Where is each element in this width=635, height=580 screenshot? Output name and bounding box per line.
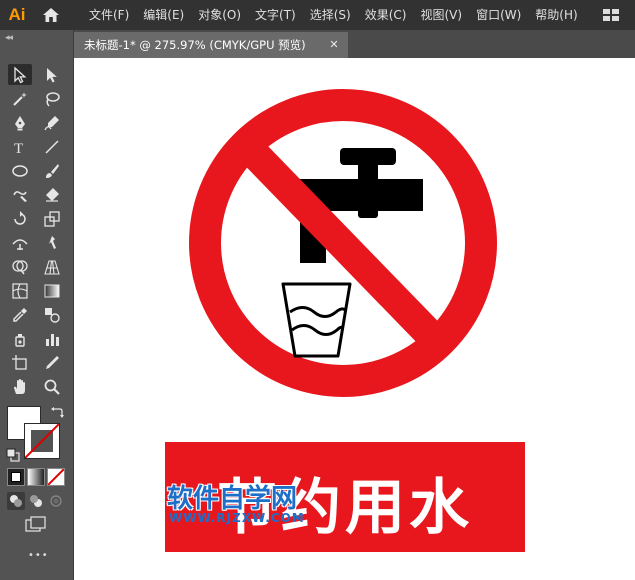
menu-file[interactable]: 文件(F) <box>82 0 136 30</box>
default-fill-stroke-icon[interactable] <box>6 447 20 462</box>
eyedropper-icon[interactable] <box>8 304 32 325</box>
magic-wand-icon[interactable] <box>8 88 32 109</box>
menu-window[interactable]: 窗口(W) <box>469 0 528 30</box>
gradient-mode-icon[interactable] <box>27 468 45 486</box>
glass-icon <box>281 282 352 358</box>
pen-icon[interactable] <box>8 112 32 133</box>
document-tab[interactable]: 未标题-1* @ 275.97% (CMYK/GPU 预览) ✕ <box>74 32 348 58</box>
stroke-swatch[interactable] <box>24 423 60 459</box>
edit-toolbar-button[interactable]: ••• <box>28 550 49 561</box>
direct-selection-icon[interactable] <box>40 64 64 85</box>
lasso-icon[interactable] <box>40 88 64 109</box>
puppet-warp-icon[interactable] <box>40 232 64 253</box>
hand-icon[interactable] <box>8 376 32 397</box>
draw-behind-icon[interactable] <box>27 492 45 510</box>
draw-normal-icon[interactable] <box>7 492 25 510</box>
artboard-icon[interactable] <box>8 352 32 373</box>
slogan-banner[interactable]: 节约用水 <box>165 442 525 552</box>
tools-panel: ◂◂ T ••• <box>0 30 74 580</box>
close-icon[interactable]: ✕ <box>326 36 342 52</box>
home-icon[interactable] <box>34 0 68 30</box>
column-graph-icon[interactable] <box>40 328 64 349</box>
menu-view[interactable]: 视图(V) <box>413 0 469 30</box>
perspective-grid-icon[interactable] <box>40 256 64 277</box>
blend-icon[interactable] <box>40 304 64 325</box>
selection-icon[interactable] <box>8 64 32 85</box>
type-icon[interactable]: T <box>8 136 32 157</box>
curvature-icon[interactable] <box>40 112 64 133</box>
document-tab-bar: 未标题-1* @ 275.97% (CMYK/GPU 预览) ✕ <box>74 30 635 58</box>
menu-object[interactable]: 对象(O) <box>191 0 248 30</box>
shape-builder-icon[interactable] <box>8 256 32 277</box>
app-logo: Ai <box>8 5 26 24</box>
shaper-icon[interactable] <box>8 184 32 205</box>
width-icon[interactable] <box>8 232 32 253</box>
mesh-icon[interactable] <box>8 280 32 301</box>
gradient-icon[interactable] <box>40 280 64 301</box>
document-tab-title: 未标题-1* @ 275.97% (CMYK/GPU 预览) <box>84 38 306 52</box>
main-menu: 文件(F) 编辑(E) 对象(O) 文字(T) 选择(S) 效果(C) 视图(V… <box>82 0 585 30</box>
ellipse-icon[interactable] <box>8 160 32 181</box>
none-mode-icon[interactable] <box>47 468 65 486</box>
symbol-sprayer-icon[interactable] <box>8 328 32 349</box>
slogan-text: 节约用水 <box>217 472 473 543</box>
menu-edit[interactable]: 编辑(E) <box>136 0 191 30</box>
line-segment-icon[interactable] <box>40 136 64 157</box>
zoom-icon[interactable] <box>40 376 64 397</box>
svg-text:T: T <box>14 141 23 156</box>
paintbrush-icon[interactable] <box>40 160 64 181</box>
swap-fill-stroke-icon[interactable] <box>50 405 64 419</box>
collapse-panel-button[interactable]: ◂◂ <box>5 33 13 43</box>
menu-effect[interactable]: 效果(C) <box>358 0 414 30</box>
menu-help[interactable]: 帮助(H) <box>528 0 584 30</box>
scale-icon[interactable] <box>40 208 64 229</box>
menu-type[interactable]: 文字(T) <box>248 0 303 30</box>
artboard-canvas[interactable]: 节约用水 软件自学网 WWW.RJZXW.COM <box>74 58 635 580</box>
eraser-icon[interactable] <box>40 184 64 205</box>
color-mode-icon[interactable] <box>7 468 25 486</box>
menu-select[interactable]: 选择(S) <box>303 0 358 30</box>
menu-bar: Ai 文件(F) 编辑(E) 对象(O) 文字(T) 选择(S) 效果(C) 视… <box>0 0 635 30</box>
slice-icon[interactable] <box>40 352 64 373</box>
workspace-grid-icon[interactable] <box>589 0 635 30</box>
screen-mode-icon[interactable] <box>24 515 48 533</box>
rotate-icon[interactable] <box>8 208 32 229</box>
draw-inside-icon[interactable] <box>47 492 65 510</box>
